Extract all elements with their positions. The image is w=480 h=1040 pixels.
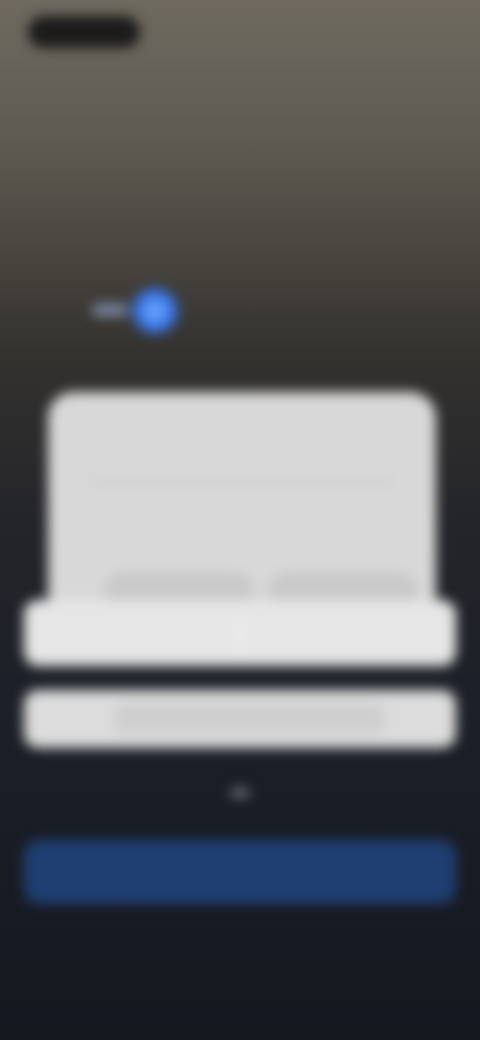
status-bar [20,10,460,50]
page-indicator [230,788,250,798]
secondary-button-label [24,920,456,980]
action-sheet [24,600,456,666]
brand-name [196,300,388,320]
status-time [28,16,140,48]
action-sheet-option-b[interactable] [256,600,436,666]
action-sheet-cancel-button[interactable] [24,690,456,748]
header-mark [92,304,128,316]
secondary-button[interactable] [24,920,456,980]
brand-header [0,280,480,340]
primary-button[interactable] [24,840,456,904]
action-sheet-option-a[interactable] [44,600,224,666]
app-screen [0,0,480,1040]
action-sheet-cancel-label [114,704,384,734]
brand-logo-icon [132,288,178,334]
dialog-divider [92,480,392,482]
action-sheet-separator [238,618,242,648]
primary-button-label [24,840,456,904]
